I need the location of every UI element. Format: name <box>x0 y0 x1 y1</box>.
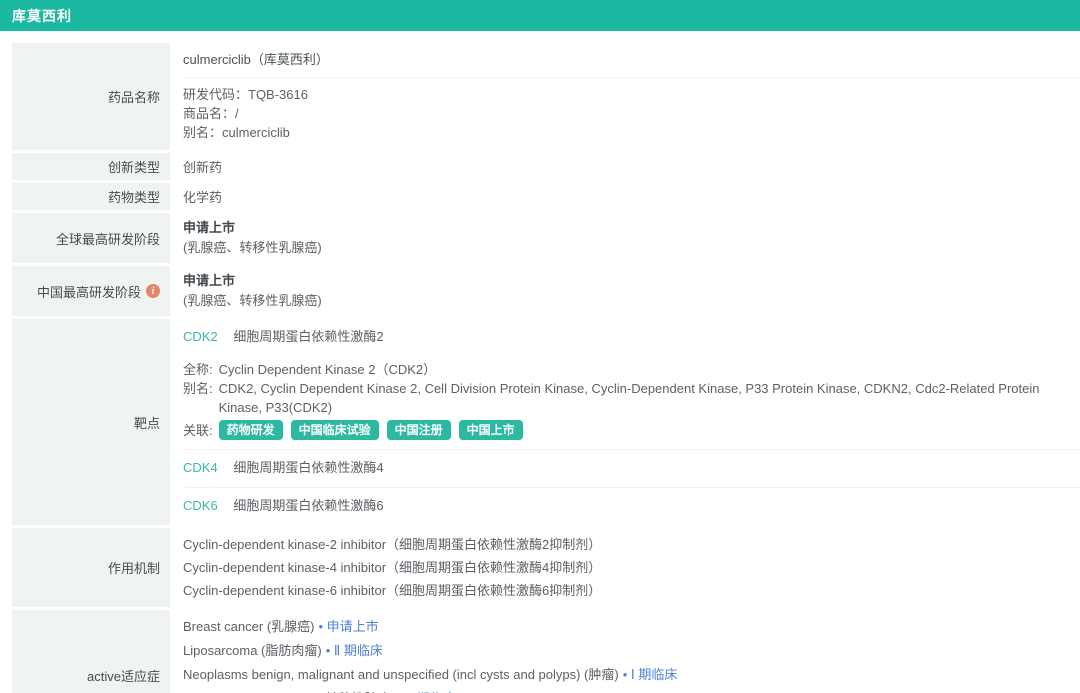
target-link-cdk4[interactable]: CDK4 <box>183 460 218 475</box>
field-row-drug-type: 药物类型 化学药 <box>12 183 1080 210</box>
info-icon[interactable]: i <box>146 284 160 298</box>
field-label: active适应症 <box>12 610 170 693</box>
target-item-cdk4: CDK4 细胞周期蛋白依赖性激酶4 <box>183 450 1080 488</box>
stage-indications: (乳腺癌、转移性乳腺癌) <box>183 291 1080 311</box>
target-head: CDK6 细胞周期蛋白依赖性激酶6 <box>183 496 1080 516</box>
field-row-targets: 靶点 CDK2 细胞周期蛋白依赖性激酶2 全称: Cyclin Dependen… <box>12 319 1080 525</box>
target-item-cdk6: CDK6 细胞周期蛋白依赖性激酶6 <box>183 488 1080 525</box>
stage-indications: (乳腺癌、转移性乳腺癌) <box>183 238 1080 258</box>
target-name: 细胞周期蛋白依赖性激酶6 <box>233 498 383 513</box>
field-label: 药品名称 <box>12 43 170 150</box>
indication-status: Ⅰ 期临床 <box>631 667 677 682</box>
field-label: 全球最高研发阶段 <box>12 213 170 263</box>
relation-tag-drug-rd[interactable]: 药物研发 <box>219 420 283 440</box>
drug-detail-table: 药品名称 culmerciclib（库莫西利） 研发代码：TQB-3616 商品… <box>0 43 1080 693</box>
rd-code-line: 研发代码：TQB-3616 <box>183 85 1080 104</box>
target-head: CDK4 细胞周期蛋白依赖性激酶4 <box>183 458 1080 478</box>
full-name-value: Cyclin Dependent Kinase 2（CDK2） <box>219 360 437 379</box>
target-name: 细胞周期蛋白依赖性激酶4 <box>233 460 383 475</box>
indication-status: 申请上市 <box>327 619 379 634</box>
indication-status: Ⅱ 期临床 <box>334 643 383 658</box>
page-header: 库莫西利 <box>0 0 1080 31</box>
relation-tag-china-listed[interactable]: 中国上市 <box>459 420 523 440</box>
field-label: 中国最高研发阶段 i <box>12 266 170 316</box>
relation-tag-china-clinical-trial[interactable]: 中国临床试验 <box>291 420 379 440</box>
field-value: 申请上市 (乳腺癌、转移性乳腺癌) <box>170 213 1080 263</box>
field-label: 药物类型 <box>12 183 170 210</box>
bullet-separator: • <box>318 619 323 634</box>
target-item-cdk2: CDK2 细胞周期蛋白依赖性激酶2 全称: Cyclin Dependent K… <box>183 319 1080 450</box>
field-label-text: 中国最高研发阶段 <box>37 282 141 301</box>
bullet-separator: • <box>623 667 628 682</box>
stage-value: 申请上市 <box>183 218 1080 238</box>
target-head: CDK2 细胞周期蛋白依赖性激酶2 <box>183 327 1080 347</box>
mechanism-line: Cyclin-dependent kinase-6 inhibitor（细胞周期… <box>183 579 1080 602</box>
indication-line: Lung cancer metastatic (转移性肺癌)• Ⅱ 期临床 <box>183 687 1080 693</box>
drug-display-name: culmerciclib（库莫西利） <box>183 43 1080 78</box>
field-row-active-indications: active适应症 Breast cancer (乳腺癌) • 申请上市 Lipo… <box>12 610 1080 693</box>
field-value: culmerciclib（库莫西利） 研发代码：TQB-3616 商品名：/ 别… <box>170 43 1080 150</box>
field-value: CDK2 细胞周期蛋白依赖性激酶2 全称: Cyclin Dependent K… <box>170 319 1080 525</box>
field-row-innovation-type: 创新类型 创新药 <box>12 153 1080 180</box>
indication-line: Breast cancer (乳腺癌) • 申请上市 <box>183 615 1080 639</box>
field-row-mechanism: 作用机制 Cyclin-dependent kinase-2 inhibitor… <box>12 528 1080 607</box>
relation-label: 关联: <box>183 421 213 440</box>
mechanism-line: Cyclin-dependent kinase-4 inhibitor（细胞周期… <box>183 556 1080 579</box>
field-label: 靶点 <box>12 319 170 525</box>
field-row-global-stage: 全球最高研发阶段 申请上市 (乳腺癌、转移性乳腺癌) <box>12 213 1080 263</box>
alias-line: 别名：culmerciclib <box>183 123 1080 142</box>
field-row-china-stage: 中国最高研发阶段 i 申请上市 (乳腺癌、转移性乳腺癌) <box>12 266 1080 316</box>
trade-name-line: 商品名：/ <box>183 104 1080 123</box>
field-value: Breast cancer (乳腺癌) • 申请上市 Liposarcoma (脂… <box>170 610 1080 693</box>
relation-tag-china-registration[interactable]: 中国注册 <box>387 420 451 440</box>
indication-line: Liposarcoma (脂肪肉瘤) • Ⅱ 期临床 <box>183 639 1080 663</box>
target-alias-row: 别名: CDK2, Cyclin Dependent Kinase 2, Cel… <box>183 379 1080 417</box>
full-name-label: 全称: <box>183 360 213 379</box>
stage-value: 申请上市 <box>183 271 1080 291</box>
drug-name-details: 研发代码：TQB-3616 商品名：/ 别名：culmerciclib <box>183 78 1080 150</box>
target-name: 细胞周期蛋白依赖性激酶2 <box>233 329 383 344</box>
target-full-name-row: 全称: Cyclin Dependent Kinase 2（CDK2） <box>183 360 1080 379</box>
field-label: 作用机制 <box>12 528 170 607</box>
alias-value: CDK2, Cyclin Dependent Kinase 2, Cell Di… <box>219 379 1080 417</box>
field-row-drug-name: 药品名称 culmerciclib（库莫西利） 研发代码：TQB-3616 商品… <box>12 43 1080 150</box>
target-link-cdk6[interactable]: CDK6 <box>183 498 218 513</box>
indication-name: Breast cancer (乳腺癌) <box>183 619 314 634</box>
indication-status-link[interactable]: • 申请上市 <box>318 619 378 634</box>
target-detail: 全称: Cyclin Dependent Kinase 2（CDK2） 别名: … <box>183 360 1080 440</box>
field-value: 申请上市 (乳腺癌、转移性乳腺癌) <box>170 266 1080 316</box>
indication-name: Liposarcoma (脂肪肉瘤) <box>183 643 322 658</box>
mechanism-line: Cyclin-dependent kinase-2 inhibitor（细胞周期… <box>183 533 1080 556</box>
field-value: 化学药 <box>170 183 1080 210</box>
field-value: 创新药 <box>170 153 1080 180</box>
target-relation-row: 关联: 药物研发 中国临床试验 中国注册 中国上市 <box>183 420 1080 440</box>
target-link-cdk2[interactable]: CDK2 <box>183 329 218 344</box>
indication-line: Neoplasms benign, malignant and unspecif… <box>183 663 1080 687</box>
alias-label: 别名: <box>183 379 213 398</box>
page-title: 库莫西利 <box>12 6 72 26</box>
indication-status-link[interactable]: • Ⅱ 期临床 <box>326 643 383 658</box>
indication-name: Neoplasms benign, malignant and unspecif… <box>183 667 619 682</box>
field-value: Cyclin-dependent kinase-2 inhibitor（细胞周期… <box>170 528 1080 607</box>
bullet-separator: • <box>326 643 331 658</box>
indication-status-link[interactable]: • Ⅰ 期临床 <box>623 667 678 682</box>
field-label: 创新类型 <box>12 153 170 180</box>
